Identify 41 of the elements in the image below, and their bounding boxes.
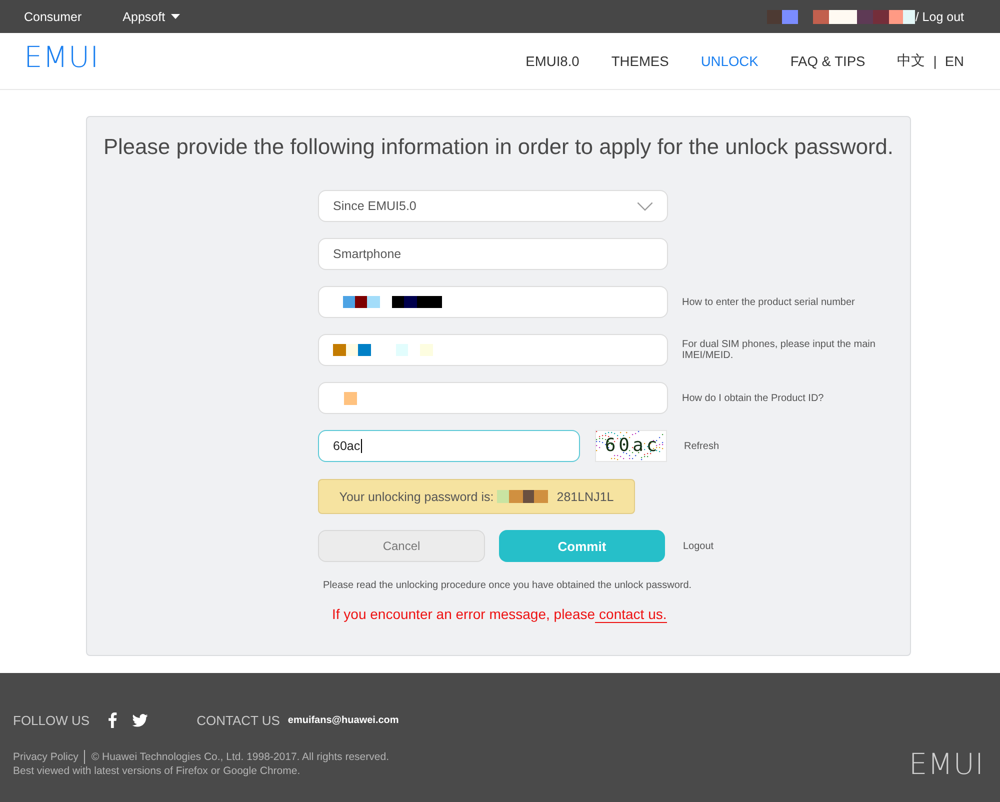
input-field[interactable]: 60ac [318,430,580,462]
emui-logo[interactable]: EMUI [24,42,100,72]
version-select[interactable]: Since EMUI5.0 [318,190,668,222]
contact-us-link[interactable]: contact us. [595,606,667,623]
form-title: Please provide the following information in order to apply for the unlock password. [102,135,894,159]
logout-link[interactable]: / Log out [915,10,964,24]
refresh-link[interactable]: Refresh [684,440,720,452]
nav-tab[interactable]: UNLOCK [700,54,758,68]
input-field[interactable] [318,334,668,366]
follow-us-label: FOLLOW US [13,712,90,728]
twitter-icon[interactable] [132,714,148,726]
field-hint: For dual SIM phones, please input the main IMEI/MEID. [682,339,876,361]
nav-tab[interactable]: EMUI8.0 [526,54,580,68]
top-bar-link[interactable]: Consumer [24,10,82,24]
input-field[interactable]: Smartphone [318,238,668,270]
error-help-text: If you encounter an error message, please contact us. [332,606,668,622]
cancel-button[interactable]: Cancel [318,530,485,562]
copyright-text: © Huawei Technologies Co., Ltd. 1998-2017. All rights reserved. [91,750,389,764]
nav-tab[interactable]: THEMES [611,54,669,68]
instruction-note: Please read the unlocking procedure once you have obtained the unlock password. [323,580,693,591]
email-link[interactable]: emuifans@huawei.com [288,714,399,726]
chevron-down-icon [637,202,653,210]
emui-logo: EMUI [908,749,984,779]
input-field[interactable] [318,382,668,414]
browser-note: Best viewed with latest versions of Firefox or Google Chrome. [13,764,302,778]
language-separator: | [933,54,937,68]
field-hint: How do I obtain the Product ID? [682,392,825,404]
nav-tab[interactable]: FAQ & TIPS [790,54,866,68]
privacy-policy-link[interactable]: Privacy Policy [13,750,78,764]
top-bar-menu[interactable]: Appsoft [122,10,180,24]
caret-down-icon [171,14,180,19]
logout-link[interactable]: Logout [683,540,714,552]
input-field[interactable] [318,286,668,318]
language-link[interactable]: EN [944,54,964,68]
unlock-password: 281LNJ1L [556,490,614,504]
field-hint: How to enter the product serial number [682,296,856,308]
captcha-image: 60ac [595,430,667,462]
contact-us-label: CONTACT US [196,712,280,728]
password-label: Your unlocking password is: [339,490,494,504]
language-link[interactable]: 中文 [897,52,926,70]
facebook-icon[interactable] [108,712,117,728]
